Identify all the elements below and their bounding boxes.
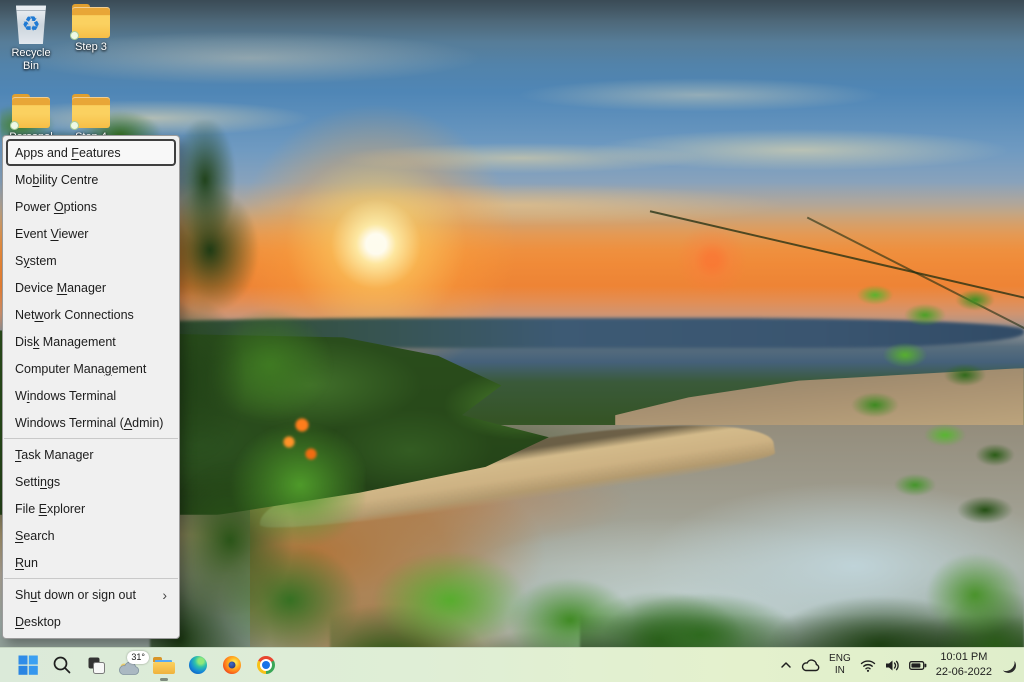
running-app-indicator bbox=[160, 678, 168, 681]
menu-item-disk-management[interactable]: Disk Management bbox=[6, 328, 176, 355]
desktop-icon-label: Step 3 bbox=[62, 41, 120, 54]
onedrive-button[interactable] bbox=[801, 659, 820, 672]
wifi-button[interactable] bbox=[860, 659, 876, 672]
battery-button[interactable] bbox=[909, 660, 927, 671]
volume-button[interactable] bbox=[885, 659, 900, 672]
start-button[interactable] bbox=[15, 652, 41, 678]
edge-icon bbox=[189, 656, 207, 674]
menu-item-label: Windows Terminal (Admin) bbox=[15, 416, 163, 430]
menu-item-system[interactable]: System bbox=[6, 247, 176, 274]
menu-item-label: Apps and Features bbox=[15, 146, 121, 160]
sync-status-dot bbox=[70, 31, 79, 40]
menu-item-label: File Explorer bbox=[15, 502, 85, 516]
submenu-chevron-icon: › bbox=[162, 588, 167, 602]
hidden-icons-button[interactable] bbox=[780, 661, 792, 669]
menu-item-label: Windows Terminal bbox=[15, 389, 116, 403]
menu-item-label: Computer Management bbox=[15, 362, 146, 376]
desktop-screen: ♻Recycle BinStep 3PersonalStep 4 Apps an… bbox=[0, 0, 1024, 682]
menu-item-label: Shut down or sign out bbox=[15, 588, 136, 602]
task-view-icon bbox=[86, 655, 107, 676]
menu-separator bbox=[4, 438, 178, 439]
sync-status-dot bbox=[10, 121, 19, 130]
file-explorer-icon bbox=[153, 657, 175, 674]
clock-date: 22-06-2022 bbox=[936, 665, 992, 680]
menu-item-device-manager[interactable]: Device Manager bbox=[6, 274, 176, 301]
menu-item-desktop[interactable]: Desktop bbox=[6, 608, 176, 635]
menu-item-mobility-centre[interactable]: Mobility Centre bbox=[6, 166, 176, 193]
menu-item-computer-management[interactable]: Computer Management bbox=[6, 355, 176, 382]
menu-item-label: Device Manager bbox=[15, 281, 106, 295]
menu-item-run[interactable]: Run bbox=[6, 549, 176, 576]
menu-item-label: Event Viewer bbox=[15, 227, 88, 241]
sync-status-dot bbox=[70, 121, 79, 130]
weather-temperature-badge: 31° bbox=[127, 651, 149, 664]
speaker-icon bbox=[885, 659, 900, 672]
taskbar-left-group: 31° bbox=[0, 652, 279, 678]
menu-item-settings[interactable]: Settings bbox=[6, 468, 176, 495]
clock-time: 10:01 PM bbox=[940, 650, 987, 665]
menu-item-shut-down-or-sign-out[interactable]: Shut down or sign out › bbox=[6, 581, 176, 608]
folder-icon bbox=[69, 94, 113, 128]
firefox-icon bbox=[223, 656, 241, 674]
menu-item-label: System bbox=[15, 254, 57, 268]
menu-item-task-manager[interactable]: Task Manager bbox=[6, 441, 176, 468]
windows-logo-icon bbox=[18, 655, 38, 675]
menu-item-network-connections[interactable]: Network Connections bbox=[6, 301, 176, 328]
menu-item-label: Task Manager bbox=[15, 448, 94, 462]
menu-item-label: Settings bbox=[15, 475, 60, 489]
folder-icon bbox=[69, 4, 113, 38]
menu-item-label: Network Connections bbox=[15, 308, 134, 322]
menu-item-search[interactable]: Search bbox=[6, 522, 176, 549]
language-line2: IN bbox=[835, 665, 845, 677]
clock[interactable]: 10:01 PM 22-06-2022 bbox=[936, 650, 992, 680]
menu-item-label: Desktop bbox=[15, 615, 61, 629]
chrome-icon bbox=[257, 656, 275, 674]
menu-item-event-viewer[interactable]: Event Viewer bbox=[6, 220, 176, 247]
onedrive-cloud-icon bbox=[801, 659, 820, 672]
menu-item-label: Run bbox=[15, 556, 38, 570]
menu-item-label: Search bbox=[15, 529, 55, 543]
file-explorer-button[interactable] bbox=[151, 652, 177, 678]
task-view-button[interactable] bbox=[83, 652, 109, 678]
wallpaper-right-foliage bbox=[815, 255, 1024, 535]
wifi-icon bbox=[860, 659, 876, 672]
menu-item-label: Power Options bbox=[15, 200, 97, 214]
focus-assist-button[interactable] bbox=[1001, 658, 1016, 673]
desktop-icon-step-3[interactable]: Step 3 bbox=[62, 4, 120, 72]
desktop-icon-label: Recycle Bin bbox=[2, 47, 60, 72]
search-button[interactable] bbox=[49, 652, 75, 678]
taskbar: 31° bbox=[0, 647, 1024, 682]
desktop-icon-recycle-bin[interactable]: ♻ Recycle Bin bbox=[2, 4, 60, 72]
battery-icon bbox=[909, 660, 927, 671]
moon-icon bbox=[1001, 658, 1016, 673]
winx-context-menu: Apps and Features Mobility Centre Power Op… bbox=[2, 135, 180, 639]
widgets-button[interactable]: 31° bbox=[117, 652, 143, 678]
language-indicator[interactable]: ENG IN bbox=[829, 653, 851, 677]
menu-item-file-explorer[interactable]: File Explorer bbox=[6, 495, 176, 522]
firefox-button[interactable] bbox=[219, 652, 245, 678]
menu-item-power-options[interactable]: Power Options bbox=[6, 193, 176, 220]
menu-item-windows-terminal[interactable]: Windows Terminal bbox=[6, 382, 176, 409]
recycle-bin-icon: ♻ bbox=[14, 4, 48, 44]
desktop-icon-grid: ♻Recycle BinStep 3PersonalStep 4 bbox=[2, 4, 120, 144]
folder-icon bbox=[9, 94, 53, 128]
search-icon bbox=[52, 655, 72, 675]
menu-separator bbox=[4, 578, 178, 579]
widgets-weather: 31° bbox=[118, 654, 142, 676]
chevron-up-icon bbox=[780, 661, 792, 669]
menu-item-windows-terminal-admin[interactable]: Windows Terminal (Admin) bbox=[6, 409, 176, 436]
menu-item-apps-and-features[interactable]: Apps and Features bbox=[6, 139, 176, 166]
menu-item-label: Disk Management bbox=[15, 335, 116, 349]
menu-item-label: Mobility Centre bbox=[15, 173, 98, 187]
chrome-button[interactable] bbox=[253, 652, 279, 678]
language-line1: ENG bbox=[829, 653, 851, 665]
edge-button[interactable] bbox=[185, 652, 211, 678]
system-tray: ENG IN bbox=[780, 650, 1024, 680]
